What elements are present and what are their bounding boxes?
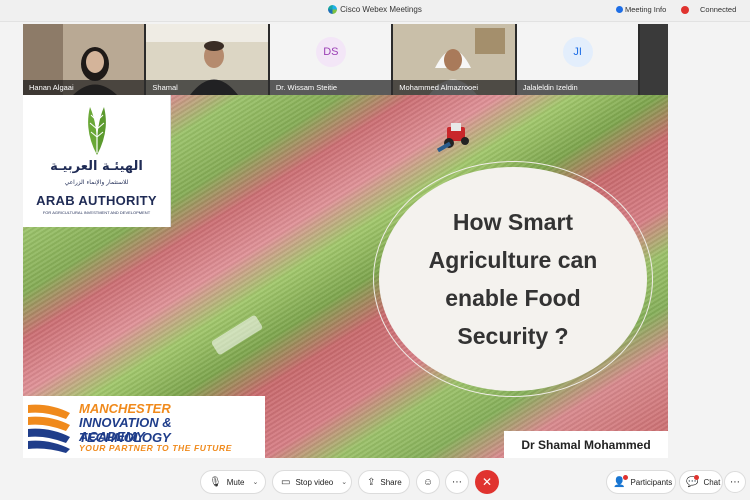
smiley-icon: ☺ — [422, 476, 434, 488]
avatar-initials: JI — [573, 46, 582, 58]
slide-title: How Smart Agriculture can enable Food Se… — [393, 203, 633, 355]
academy-tagline: YOUR PARTNER TO THE FUTURE — [79, 443, 233, 453]
more-options-button[interactable]: ⋯ — [445, 470, 469, 494]
participant-name: Dr. Wissam Steitie — [269, 80, 392, 95]
presenter-name: Dr Shamal Mohammed — [504, 431, 668, 458]
participants-label: Participants — [630, 477, 673, 487]
share-icon: ⇪ — [367, 476, 376, 488]
notification-badge — [623, 475, 628, 480]
participant-name: Shamal — [146, 80, 268, 95]
stop-video-button[interactable]: ▭ Stop video ⌄ — [272, 470, 352, 494]
more-icon: ⋯ — [730, 476, 740, 488]
academy-name-line1: MANCHESTER — [79, 401, 171, 416]
share-button[interactable]: ⇪ Share — [358, 470, 410, 494]
close-icon: ✕ — [481, 475, 493, 489]
reactions-button[interactable]: ☺ — [416, 470, 440, 494]
avatar: DS — [315, 37, 346, 67]
share-label: Share — [380, 477, 402, 487]
shared-content-stage: الهيئـة العربيـة للاستثمار والإنماء الزر… — [23, 95, 668, 458]
more-panels-button[interactable]: ⋯ — [724, 471, 746, 493]
chevron-down-icon[interactable]: ⌄ — [253, 478, 259, 486]
mute-button[interactable]: 🎙 Mute ⌄ — [200, 470, 266, 494]
arab-authority-english-subtitle: FOR AGRICULTURAL INVESTMENT AND DEVELOPM… — [42, 210, 151, 215]
academy-logo: MANCHESTER INNOVATION & TECHNOLOGY ACADE… — [23, 396, 265, 458]
avatar: JI — [562, 37, 593, 67]
info-icon — [616, 6, 623, 13]
notification-badge — [694, 475, 699, 480]
participant-name: Hanan Algaai — [23, 80, 145, 95]
chat-label: Chat — [703, 477, 721, 487]
participant-tile-jalaleldin[interactable]: JI Jalaleldin Izeldin — [516, 24, 639, 95]
meeting-info-button[interactable]: Meeting Info — [616, 5, 666, 14]
participant-name: Jalaleldin Izeldin — [516, 80, 639, 95]
field-equipment-image — [210, 314, 264, 356]
avatar-initials: DS — [323, 46, 339, 58]
mute-label: Mute — [226, 477, 245, 487]
strip-scroll-area[interactable] — [640, 24, 668, 95]
end-meeting-button[interactable]: ✕ — [475, 470, 499, 494]
chat-button[interactable]: 💬 Chat — [679, 470, 723, 494]
participant-strip: Hanan Algaai Shamal DS Dr. Wissam Steiti… — [23, 24, 668, 95]
arab-authority-english-title: ARAB AUTHORITY — [36, 193, 157, 208]
participant-name: Mohammed Almazrooei — [393, 80, 515, 95]
arab-authority-logo: الهيئـة العربيـة للاستثمار والإنماء الزر… — [23, 95, 171, 227]
meeting-controls-bar: 🎙 Mute ⌄ ▭ Stop video ⌄ ⇪ Share ☺ ⋯ ✕ 👤 Partic… — [0, 462, 750, 500]
more-icon: ⋯ — [452, 476, 462, 488]
recording-indicator-icon — [681, 6, 689, 14]
stop-video-label: Stop video — [295, 477, 334, 487]
participant-tile-shamal[interactable]: Shamal — [146, 24, 268, 95]
window-title-text: Cisco Webex Meetings — [340, 5, 422, 14]
tractor-image — [437, 123, 469, 153]
slide-title-line: enable Food — [445, 285, 581, 311]
participant-tile-mohammed[interactable]: Mohammed Almazrooei — [393, 24, 515, 95]
chevron-down-icon[interactable]: ⌄ — [341, 478, 347, 486]
video-camera-icon: ▭ — [281, 476, 291, 488]
academy-chevron-logo-icon — [28, 404, 70, 453]
connection-status[interactable]: Connected — [700, 5, 736, 14]
meeting-info-label: Meeting Info — [625, 5, 667, 14]
academy-name-line3: ACADEMY — [79, 429, 145, 444]
slide-title-line: Security ? — [457, 323, 569, 349]
participant-tile-wissam[interactable]: DS Dr. Wissam Steitie — [269, 24, 392, 95]
wheat-leaf-logo-icon — [88, 107, 106, 155]
microphone-icon: 🎙 — [209, 476, 222, 488]
webex-logo-icon — [328, 5, 338, 14]
arab-authority-arabic-title: الهيئـة العربيـة — [50, 159, 143, 174]
slide-title-line: How Smart — [452, 209, 574, 235]
slide-title-line: Agriculture can — [428, 247, 598, 273]
title-bar: Cisco Webex Meetings Meeting Info Connec… — [0, 0, 750, 22]
participant-tile-hanan[interactable]: Hanan Algaai — [23, 24, 145, 95]
participants-button[interactable]: 👤 Participants — [606, 470, 676, 494]
arab-authority-arabic-subtitle: للاستثمار والإنماء الزراعي — [64, 179, 129, 186]
